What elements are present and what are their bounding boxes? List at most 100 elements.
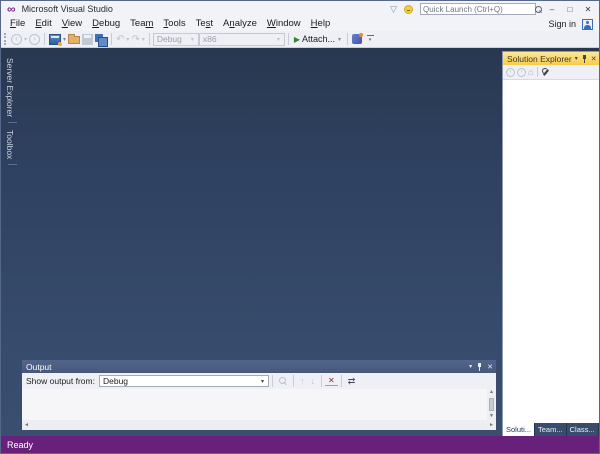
pin-icon[interactable] (477, 362, 482, 371)
attach-button[interactable]: ▶ Attach... ▾ (292, 34, 344, 44)
toolbar-separator (340, 375, 342, 387)
menu-bar: File Edit View Debug Team Tools Test Analyze Win… (1, 17, 599, 31)
menu-view[interactable]: View (57, 17, 87, 31)
window-position-dropdown-icon[interactable]: ▾ (469, 363, 472, 370)
menu-tools[interactable]: Tools (158, 17, 190, 31)
navigate-forward-button[interactable]: › (28, 33, 41, 46)
scroll-up-icon[interactable]: ▲ (489, 390, 494, 395)
previous-message-button[interactable]: ↑ (297, 376, 308, 386)
horizontal-scrollbar[interactable]: ◄ ► (22, 420, 496, 430)
solution-configuration-combo[interactable]: Debug ▾ (152, 32, 199, 46)
toolbar-separator (44, 33, 46, 45)
find-message-icon[interactable] (278, 377, 287, 385)
user-avatar-icon[interactable] (582, 18, 593, 30)
menu-debug[interactable]: Debug (87, 17, 125, 31)
solution-explorer-title: Solution Explorer (507, 53, 572, 64)
toolbar-separator (148, 33, 150, 45)
menu-analyze[interactable]: Analyze (218, 17, 262, 31)
forward-icon: › (29, 33, 41, 45)
chevron-down-icon: ▾ (276, 36, 280, 43)
vertical-scrollbar[interactable]: ▲ ▼ (487, 389, 496, 420)
save-button[interactable] (81, 33, 94, 46)
next-message-button[interactable]: ↓ (307, 376, 318, 386)
standard-toolbar: ‹ ▾ › ▾ ↶ ▾ ↷ ▾ Debug ▾ x86 ▾ ▶ Attach..… (1, 31, 599, 48)
toolbar-separator (111, 33, 113, 45)
chevron-down-icon: ▾ (260, 378, 264, 385)
title-bar: ∞ Microsoft Visual Studio ▽ – □ ✕ (1, 1, 599, 17)
back-icon[interactable]: ‹ (506, 67, 515, 77)
toolbar-separator (292, 375, 294, 387)
menu-file[interactable]: File (5, 17, 30, 31)
scroll-left-icon[interactable]: ◄ (24, 422, 29, 428)
scrollbar-thumb[interactable] (489, 398, 494, 411)
visual-studio-window: ∞ Microsoft Visual Studio ▽ – □ ✕ FileEd… (0, 0, 600, 454)
ide-body: Server Explorer Toolbox Output ▾ ✕ Show o… (1, 48, 599, 436)
home-icon[interactable]: ⌂ (528, 67, 533, 77)
attach-dropdown-icon: ▾ (338, 36, 342, 43)
menu-window[interactable]: Window (262, 17, 306, 31)
toolbar-grip[interactable] (4, 33, 7, 45)
output-source-combo[interactable]: Debug ▾ (98, 375, 269, 387)
output-content[interactable]: ▲ ▼ (22, 389, 496, 420)
solution-explorer-title-bar[interactable]: Solution Explorer ▾ ✕ (503, 52, 599, 65)
chevron-down-icon: ▾ (190, 36, 194, 43)
window-position-dropdown-icon[interactable]: ▾ (575, 55, 578, 62)
save-all-icon (95, 33, 109, 47)
menu-edit[interactable]: Edit (30, 17, 56, 31)
properties-wrench-icon[interactable] (542, 67, 551, 77)
output-title-bar[interactable]: Output ▾ ✕ (22, 360, 496, 373)
sidebar-tab-toolbox[interactable]: Toolbox (5, 123, 17, 166)
solution-explorer-panel: Solution Explorer ▾ ✕ ‹ › ⌂ Soluti... Tea… (502, 51, 599, 436)
menu-test[interactable]: Test (191, 17, 218, 31)
minimize-button[interactable]: – (543, 2, 561, 16)
output-panel: Output ▾ ✕ Show output from: Debug ▾ ↑ ↓… (21, 359, 497, 431)
output-source-value: Debug (102, 376, 129, 386)
save-all-button[interactable] (94, 33, 109, 47)
redo-dropdown[interactable]: ▾ (141, 36, 146, 43)
toolbar-separator (537, 67, 539, 77)
tool-window-tabs: Soluti... Team... Class... (503, 423, 599, 436)
tab-class[interactable]: Class... (566, 423, 599, 436)
menu-help[interactable]: Help (306, 17, 336, 31)
maximize-button[interactable]: □ (561, 2, 579, 16)
forward-icon[interactable]: › (517, 67, 526, 77)
quick-launch-box[interactable] (420, 3, 542, 15)
scroll-right-icon[interactable]: ► (489, 422, 494, 428)
toolbar-separator (347, 33, 349, 45)
clear-all-button[interactable]: ✕ (324, 376, 338, 386)
tab-soluti[interactable]: Soluti... (503, 423, 536, 436)
tab-team[interactable]: Team... (535, 423, 567, 436)
open-file-button[interactable] (67, 33, 81, 46)
sidebar-tab-server-explorer[interactable]: Server Explorer (5, 51, 17, 124)
solution-platform-combo[interactable]: x86 ▾ (198, 32, 285, 46)
attach-label: Attach... (302, 34, 336, 44)
visual-studio-logo-icon: ∞ (7, 2, 16, 16)
feedback-icon (352, 33, 364, 44)
toolbar-separator (271, 375, 273, 387)
filter-icon[interactable]: ▽ (390, 4, 397, 15)
close-icon[interactable]: ✕ (487, 363, 493, 371)
pin-icon[interactable] (582, 54, 587, 63)
close-button[interactable]: ✕ (579, 2, 597, 16)
document-well: Output ▾ ✕ Show output from: Debug ▾ ↑ ↓… (19, 48, 499, 436)
menu-team[interactable]: Team (125, 17, 158, 31)
word-wrap-button[interactable]: ⇄ (345, 376, 359, 387)
toolbar-options-button[interactable]: ▾ (365, 35, 375, 43)
window-title: Microsoft Visual Studio (21, 4, 113, 14)
scroll-down-icon[interactable]: ▼ (489, 414, 494, 419)
redo-icon: ↷ (131, 33, 140, 45)
status-text: Ready (7, 439, 34, 450)
solution-explorer-tree[interactable] (503, 80, 599, 423)
close-icon[interactable]: ✕ (591, 55, 597, 63)
status-bar: Ready (1, 436, 599, 453)
undo-button[interactable]: ↶ (115, 33, 125, 46)
feedback-button[interactable] (351, 33, 364, 46)
overflow-bar-icon (366, 35, 374, 36)
undo-icon: ↶ (116, 33, 125, 45)
notifications-icon[interactable] (404, 4, 413, 14)
sign-in-link[interactable]: Sign in (548, 19, 576, 29)
new-project-button[interactable] (48, 33, 63, 46)
redo-button[interactable]: ↷ (130, 33, 140, 46)
quick-launch-input[interactable] (421, 4, 535, 14)
navigate-back-button[interactable]: ‹ (10, 33, 23, 46)
